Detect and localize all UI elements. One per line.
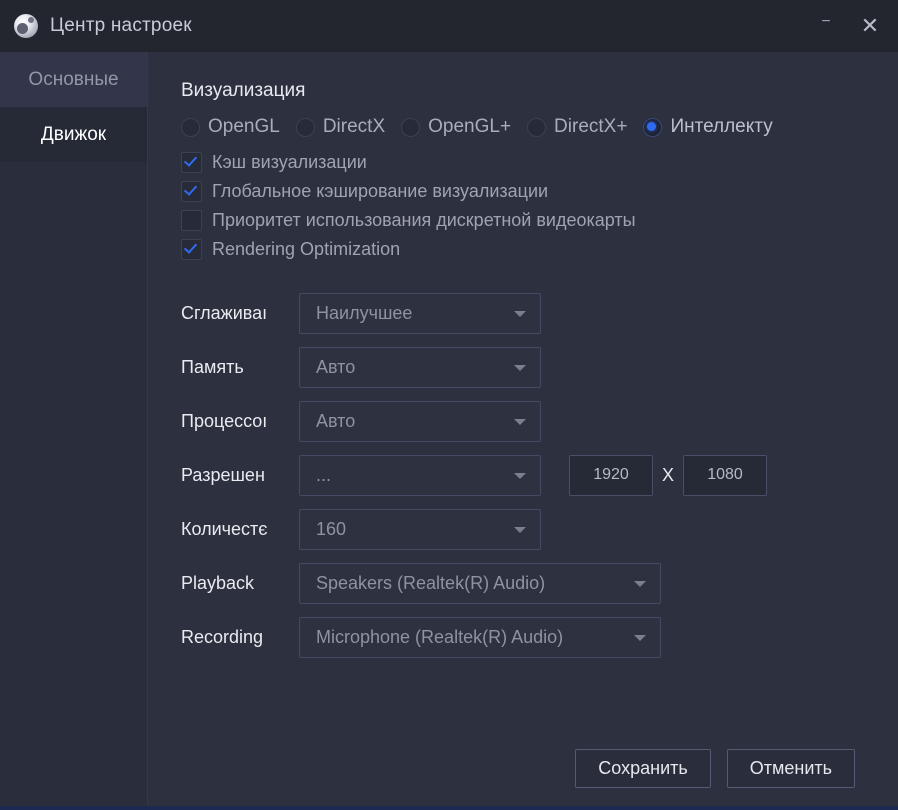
resolution-height-input[interactable]: 1080 xyxy=(683,455,767,496)
title-bar: Центр настроек − ✕ xyxy=(0,0,898,52)
memory-value: Авто xyxy=(300,357,355,378)
resolution-value: ... xyxy=(300,465,331,486)
memory-label: Память xyxy=(181,357,299,378)
antialiasing-value: Наилучшее xyxy=(300,303,412,324)
checkbox-label: Rendering Optimization xyxy=(212,239,400,260)
radio-label: DirectX+ xyxy=(554,116,627,138)
processor-select[interactable]: Авто xyxy=(299,401,541,442)
radio-option-directx[interactable]: DirectX xyxy=(296,116,385,138)
form-row-antialiasing: Сглаживаı Наилучшее xyxy=(148,286,898,340)
radio-label: OpenGL+ xyxy=(428,116,511,138)
chevron-down-icon xyxy=(514,473,526,479)
radio-option-intelligent[interactable]: Интеллекту xyxy=(643,116,772,138)
radio-label: OpenGL xyxy=(208,116,280,138)
close-icon[interactable]: ✕ xyxy=(848,6,892,46)
save-button[interactable]: Сохранить xyxy=(575,749,710,788)
recording-label: Recording xyxy=(181,627,299,648)
settings-form: Сглаживаı Наилучшее Память Авто Процессо… xyxy=(148,286,898,664)
resolution-select[interactable]: ... xyxy=(299,455,541,496)
processor-value: Авто xyxy=(300,411,355,432)
checkbox-label: Приоритет использования дискретной видео… xyxy=(212,210,636,231)
radio-label: Интеллекту xyxy=(670,116,772,138)
radio-option-opengl-plus[interactable]: OpenGL+ xyxy=(401,116,511,138)
checkbox-row-discrete-gpu-priority[interactable]: Приоритет использования дискретной видео… xyxy=(181,206,898,235)
visualization-checkbox-group: Кэш визуализации Глобальное кэширование … xyxy=(181,148,898,264)
minimize-icon[interactable]: − xyxy=(804,2,848,50)
resolution-label: Разрешен xyxy=(181,465,299,486)
checkbox-icon-unchecked xyxy=(181,210,202,231)
radio-icon xyxy=(181,118,200,137)
radio-icon xyxy=(527,118,546,137)
dpi-value: 160 xyxy=(300,519,346,540)
orb-icon xyxy=(14,14,38,38)
chevron-down-icon xyxy=(514,527,526,533)
bottom-accent-strip xyxy=(0,806,898,810)
chevron-down-icon xyxy=(514,419,526,425)
checkbox-label: Глобальное кэширование визуализации xyxy=(212,181,548,202)
checkbox-icon-checked xyxy=(181,152,202,173)
chevron-down-icon xyxy=(634,635,646,641)
radio-icon-selected xyxy=(643,118,662,137)
section-title-visualization: Визуализация xyxy=(181,80,898,102)
memory-select[interactable]: Авто xyxy=(299,347,541,388)
resolution-width-input[interactable]: 1920 xyxy=(569,455,653,496)
settings-window: Центр настроек − ✕ Основные Движок Визуа… xyxy=(0,0,898,810)
playback-value: Speakers (Realtek(R) Audio) xyxy=(300,573,545,594)
chevron-down-icon xyxy=(514,311,526,317)
chevron-down-icon xyxy=(634,581,646,587)
sidebar: Основные Движок xyxy=(0,52,148,810)
window-controls: − ✕ xyxy=(804,0,892,52)
sidebar-item-label: Движок xyxy=(41,124,106,146)
radio-option-directx-plus[interactable]: DirectX+ xyxy=(527,116,627,138)
playback-select[interactable]: Speakers (Realtek(R) Audio) xyxy=(299,563,661,604)
antialiasing-label: Сглаживаı xyxy=(181,303,299,324)
sidebar-item-engine[interactable]: Движок xyxy=(0,107,147,162)
window-body: Основные Движок Визуализация OpenGL Dire… xyxy=(0,52,898,810)
form-row-memory: Память Авто xyxy=(148,340,898,394)
resolution-custom-fields: 1920 X 1080 xyxy=(569,455,767,496)
recording-select[interactable]: Microphone (Realtek(R) Audio) xyxy=(299,617,661,658)
sidebar-item-label: Основные xyxy=(28,69,118,91)
playback-label: Playback xyxy=(181,573,299,594)
checkbox-icon-checked xyxy=(181,239,202,260)
form-row-recording: Recording Microphone (Realtek(R) Audio) xyxy=(148,610,898,664)
checkbox-label: Кэш визуализации xyxy=(212,152,367,173)
dpi-select[interactable]: 160 xyxy=(299,509,541,550)
radio-option-opengl[interactable]: OpenGL xyxy=(181,116,280,138)
radio-icon xyxy=(401,118,420,137)
antialiasing-select[interactable]: Наилучшее xyxy=(299,293,541,334)
sidebar-item-general[interactable]: Основные xyxy=(0,52,147,107)
form-row-dpi: Количестє 160 xyxy=(148,502,898,556)
radio-label: DirectX xyxy=(323,116,385,138)
checkbox-row-render-cache[interactable]: Кэш визуализации xyxy=(181,148,898,177)
checkbox-row-global-cache[interactable]: Глобальное кэширование визуализации xyxy=(181,177,898,206)
dialog-footer: Сохранить Отменить xyxy=(559,749,855,788)
recording-value: Microphone (Realtek(R) Audio) xyxy=(300,627,563,648)
form-row-playback: Playback Speakers (Realtek(R) Audio) xyxy=(148,556,898,610)
checkbox-row-rendering-optimization[interactable]: Rendering Optimization xyxy=(181,235,898,264)
form-row-resolution: Разрешен ... 1920 X 1080 xyxy=(148,448,898,502)
dpi-label: Количестє xyxy=(181,519,299,540)
chevron-down-icon xyxy=(514,365,526,371)
cancel-button[interactable]: Отменить xyxy=(727,749,855,788)
renderer-radio-group: OpenGL DirectX OpenGL+ DirectX+ Интеллек… xyxy=(181,116,898,138)
settings-content: Визуализация OpenGL DirectX OpenGL+ Di xyxy=(148,52,898,810)
form-row-processor: Процессоı Авто xyxy=(148,394,898,448)
resolution-separator: X xyxy=(662,465,674,486)
radio-icon xyxy=(296,118,315,137)
checkbox-icon-checked xyxy=(181,181,202,202)
window-title: Центр настроек xyxy=(50,15,192,37)
processor-label: Процессоı xyxy=(181,411,299,432)
